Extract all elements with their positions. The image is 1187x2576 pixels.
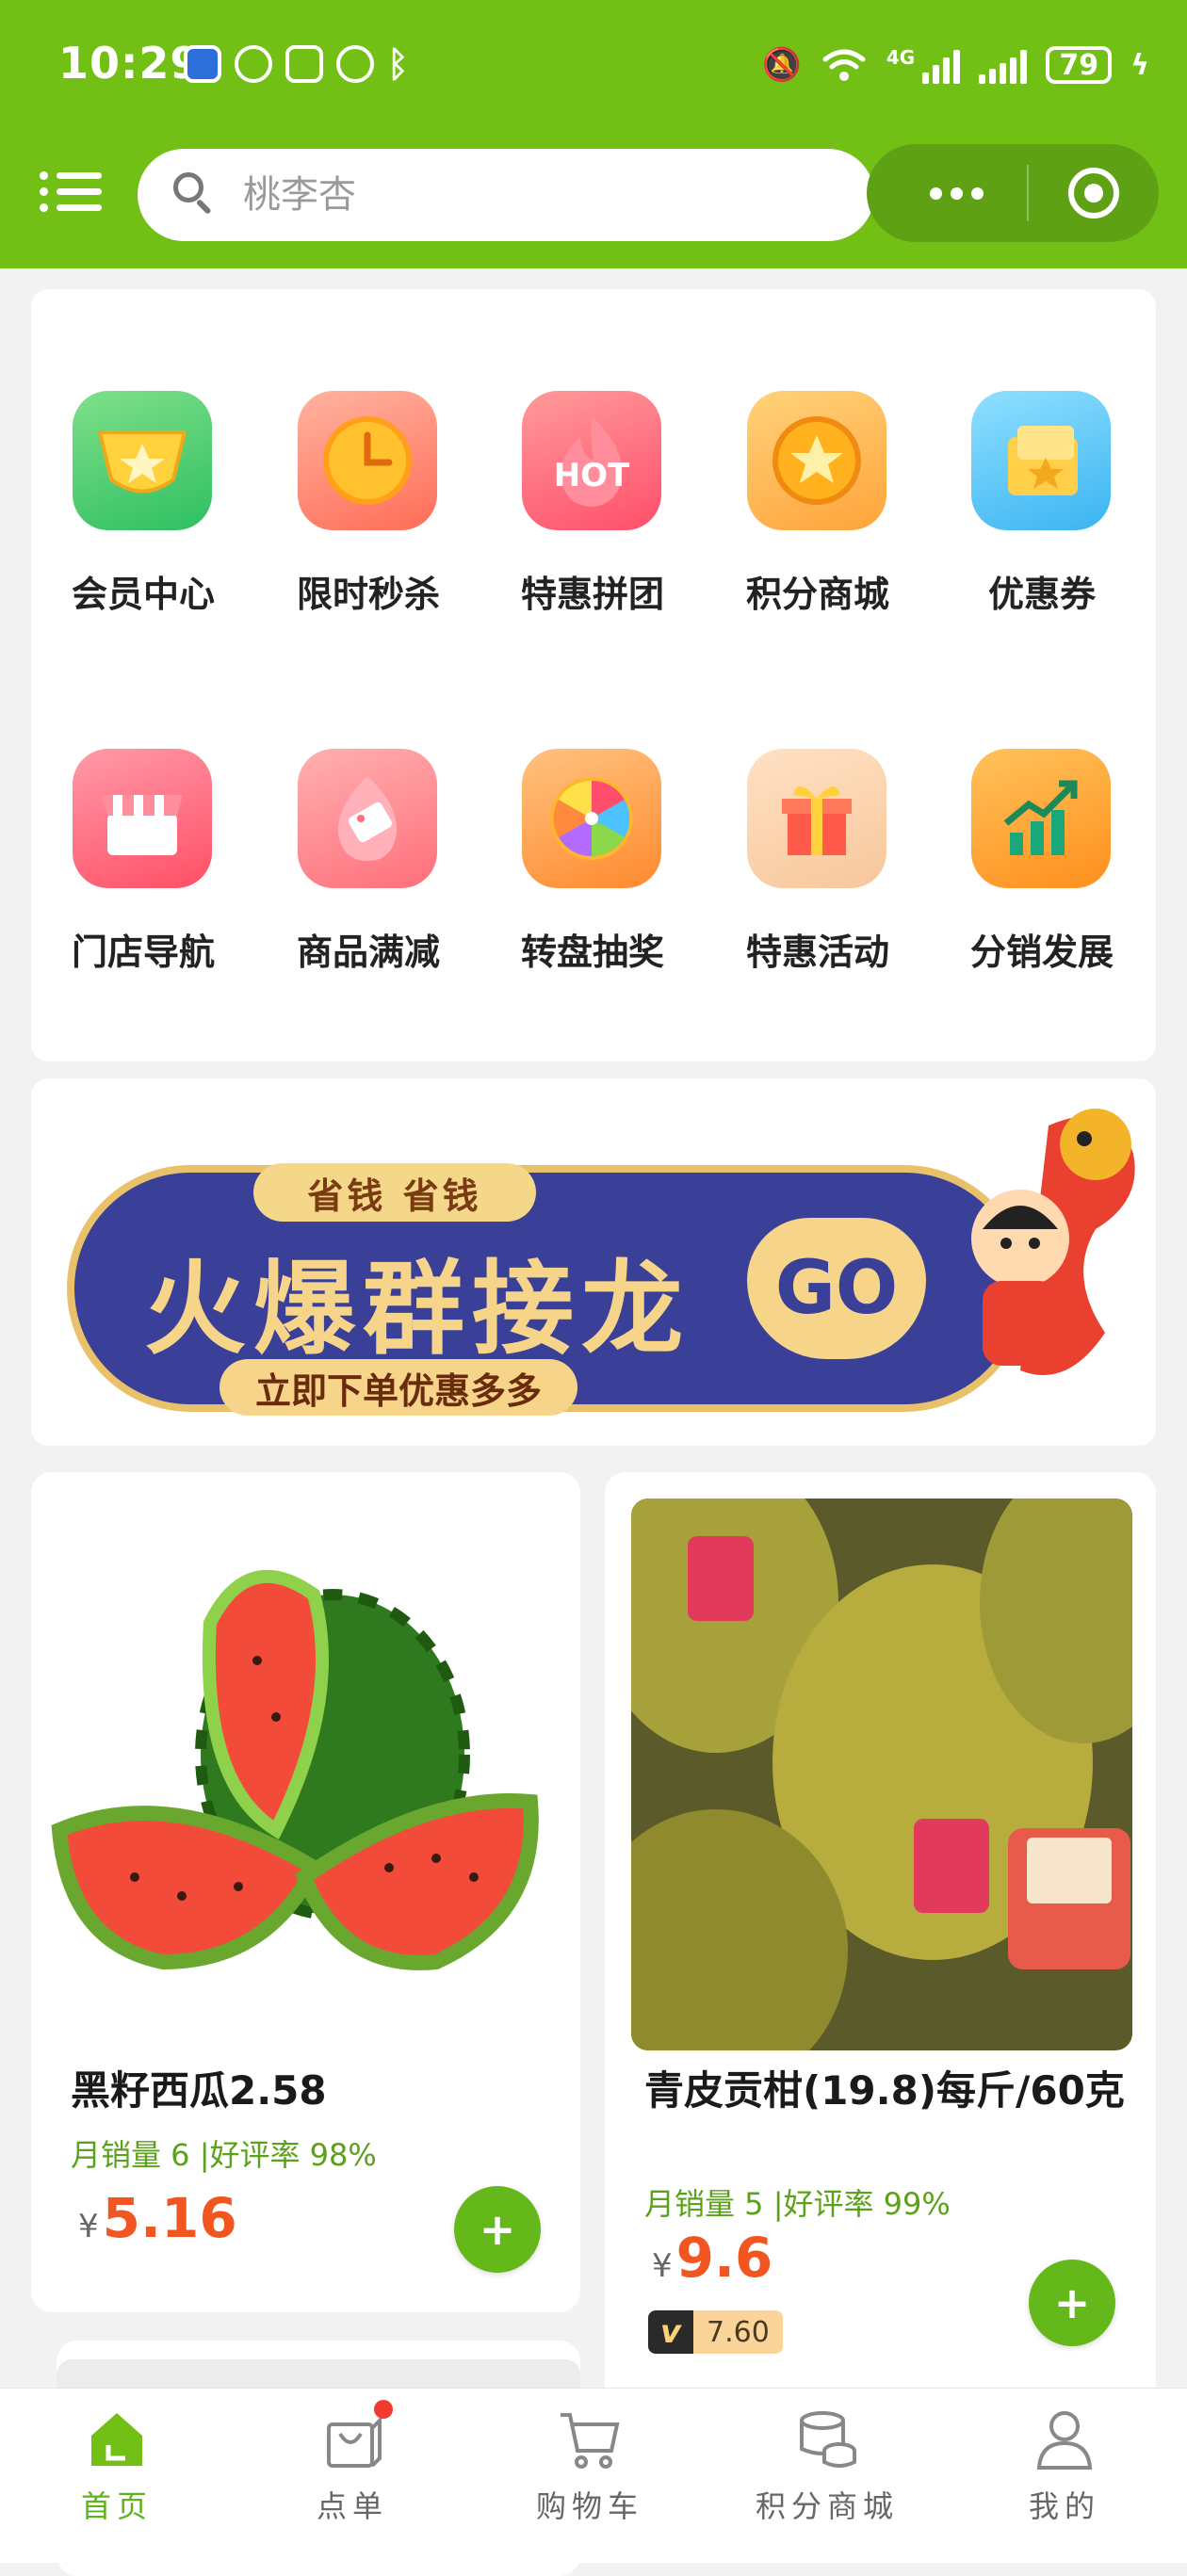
- product-card[interactable]: 青皮贡柑(19.8)每斤/60克 月销量 5 |好评率 99% ¥9.6 v 7…: [605, 1472, 1156, 2414]
- quick-menu-grid: 会员中心 限时秒杀 HOT 特惠拼团 积分商城 优惠券 门店导航 商品满减 转盘…: [31, 289, 1156, 1061]
- menu-item-store-navigation[interactable]: 门店导航: [35, 749, 242, 1031]
- menu-label: 限时秒杀: [296, 574, 440, 615]
- add-to-cart-button[interactable]: +: [1029, 2260, 1115, 2346]
- product-price: ¥9.6: [652, 2226, 772, 2290]
- vip-price-badge: v 7.60: [648, 2310, 783, 2354]
- tab-label: 首页: [80, 2488, 153, 2524]
- price-tag-icon: [298, 749, 437, 888]
- banner-subtitle: 立即下单优惠多多: [220, 1359, 577, 1416]
- target-close-icon: [1068, 168, 1119, 219]
- store-icon: [73, 749, 212, 888]
- clock-icon: [298, 391, 437, 530]
- home-icon: [84, 2407, 150, 2471]
- banner-title: 火爆群接龙: [144, 1251, 691, 1369]
- status-bar: 10:29 ᛒ 🔕 4G 79 ϟ: [0, 0, 1187, 132]
- currency-symbol: ¥: [78, 2208, 99, 2245]
- more-options-icon[interactable]: [886, 144, 1027, 242]
- tab-label: 购物车: [535, 2488, 643, 2524]
- group-buy-banner[interactable]: 省钱 省钱 火爆群接龙 立即下单优惠多多 GO: [31, 1078, 1156, 1446]
- tab-cart[interactable]: 购物车: [496, 2407, 684, 2539]
- product-name: 黑籽西瓜2.58: [71, 2067, 327, 2114]
- member-cup-icon: [73, 391, 212, 530]
- product-stats: 月销量 6 |好评率 98%: [71, 2137, 377, 2173]
- menu-item-group-deal[interactable]: HOT 特惠拼团: [484, 391, 691, 673]
- search-input[interactable]: [241, 172, 810, 218]
- product-price: ¥5.16: [78, 2186, 237, 2250]
- shopping-bag-icon: [319, 2400, 393, 2471]
- menu-label: 门店导航: [71, 932, 215, 973]
- coin-icon: [747, 391, 886, 530]
- cart-icon: [557, 2407, 623, 2471]
- app-notification-icon: [184, 45, 221, 83]
- vip-price: 7.60: [693, 2310, 783, 2354]
- search-bar[interactable]: [138, 149, 874, 241]
- notification-dot: [374, 2400, 393, 2419]
- speedometer-icon: [235, 45, 272, 83]
- wifi-icon: [822, 49, 866, 81]
- tab-label: 我的: [1028, 2488, 1100, 2524]
- dragon-mascot-icon: [971, 1109, 1135, 1375]
- product-name: 青皮贡柑(19.8)每斤/60克: [644, 2067, 1125, 2114]
- menu-label: 特惠活动: [745, 932, 889, 973]
- menu-label: 特惠拼团: [520, 574, 664, 615]
- charging-icon: ϟ: [1130, 48, 1149, 82]
- tab-order[interactable]: 点单: [258, 2400, 447, 2539]
- gift-box-icon: [747, 749, 886, 888]
- points-coins-icon: [794, 2407, 860, 2471]
- tab-label: 点单: [316, 2488, 388, 2524]
- banner-tag: 省钱 省钱: [253, 1163, 536, 1222]
- menu-item-member-center[interactable]: 会员中心: [35, 391, 242, 673]
- currency-symbol: ¥: [652, 2247, 673, 2285]
- cellular-signal-icon: [979, 46, 1028, 84]
- menu-label: 转盘抽奖: [520, 932, 664, 973]
- search-icon: [171, 170, 220, 219]
- menu-item-discount-reduction[interactable]: 商品满减: [260, 749, 467, 1031]
- hot-flame-icon: HOT: [522, 391, 661, 530]
- menu-label: 会员中心: [71, 574, 215, 615]
- bluetooth-icon: ᛒ: [387, 43, 409, 85]
- vip-icon: v: [648, 2310, 693, 2354]
- svg-text:HOT: HOT: [554, 457, 630, 494]
- status-notification-icons: ᛒ: [184, 45, 409, 89]
- menu-item-lucky-wheel[interactable]: 转盘抽奖: [484, 749, 691, 1031]
- status-time: 10:29: [58, 38, 202, 89]
- cellular-signal-4g-icon: 4G: [886, 46, 961, 84]
- banner-go-button[interactable]: GO: [747, 1218, 926, 1359]
- product-stats: 月销量 5 |好评率 99%: [644, 2186, 951, 2222]
- mini-program-capsule: [867, 144, 1159, 242]
- menu-label: 分销发展: [969, 932, 1114, 973]
- battery-icon: 79: [1046, 46, 1113, 84]
- product-card[interactable]: 黑籽西瓜2.58 月销量 6 |好评率 98% ¥5.16 +: [31, 1472, 580, 2312]
- tab-profile[interactable]: 我的: [970, 2407, 1159, 2539]
- network-type: 4G: [886, 46, 916, 69]
- nfc-icon: [285, 45, 323, 83]
- green-tangerine-image: [631, 1499, 1132, 2050]
- user-icon: [1032, 2407, 1098, 2471]
- watermelon-image: [31, 1472, 580, 2037]
- menu-item-special-offers[interactable]: 特惠活动: [709, 749, 917, 1031]
- growth-chart-icon: [971, 749, 1111, 888]
- category-menu-icon[interactable]: [40, 168, 102, 215]
- coupon-icon: [971, 391, 1111, 530]
- alarm-icon: [336, 45, 374, 83]
- add-to-cart-button[interactable]: +: [454, 2186, 541, 2273]
- price-value: 9.6: [675, 2226, 773, 2290]
- menu-label: 优惠券: [987, 574, 1096, 615]
- status-system-icons: 🔕 4G 79 ϟ: [762, 41, 1149, 89]
- menu-item-points-mall[interactable]: 积分商城: [709, 391, 917, 673]
- tab-label: 积分商城: [755, 2488, 899, 2524]
- tab-points-mall[interactable]: 积分商城: [733, 2407, 921, 2539]
- menu-label: 商品满减: [296, 932, 440, 973]
- mute-icon: 🔕: [761, 46, 802, 84]
- menu-item-distribution[interactable]: 分销发展: [934, 749, 1141, 1031]
- menu-item-flash-sale[interactable]: 限时秒杀: [260, 391, 467, 673]
- app-header: 10:29 ᛒ 🔕 4G 79 ϟ: [0, 0, 1187, 268]
- menu-item-coupons[interactable]: 优惠券: [934, 391, 1141, 673]
- prize-wheel-icon: [522, 749, 661, 888]
- tab-home[interactable]: 首页: [23, 2407, 211, 2539]
- bottom-tab-bar: 首页 点单 购物车 积分商城 我的: [0, 2388, 1187, 2563]
- menu-label: 积分商城: [745, 574, 889, 615]
- close-mini-program-button[interactable]: [1029, 168, 1159, 219]
- price-value: 5.16: [102, 2186, 237, 2250]
